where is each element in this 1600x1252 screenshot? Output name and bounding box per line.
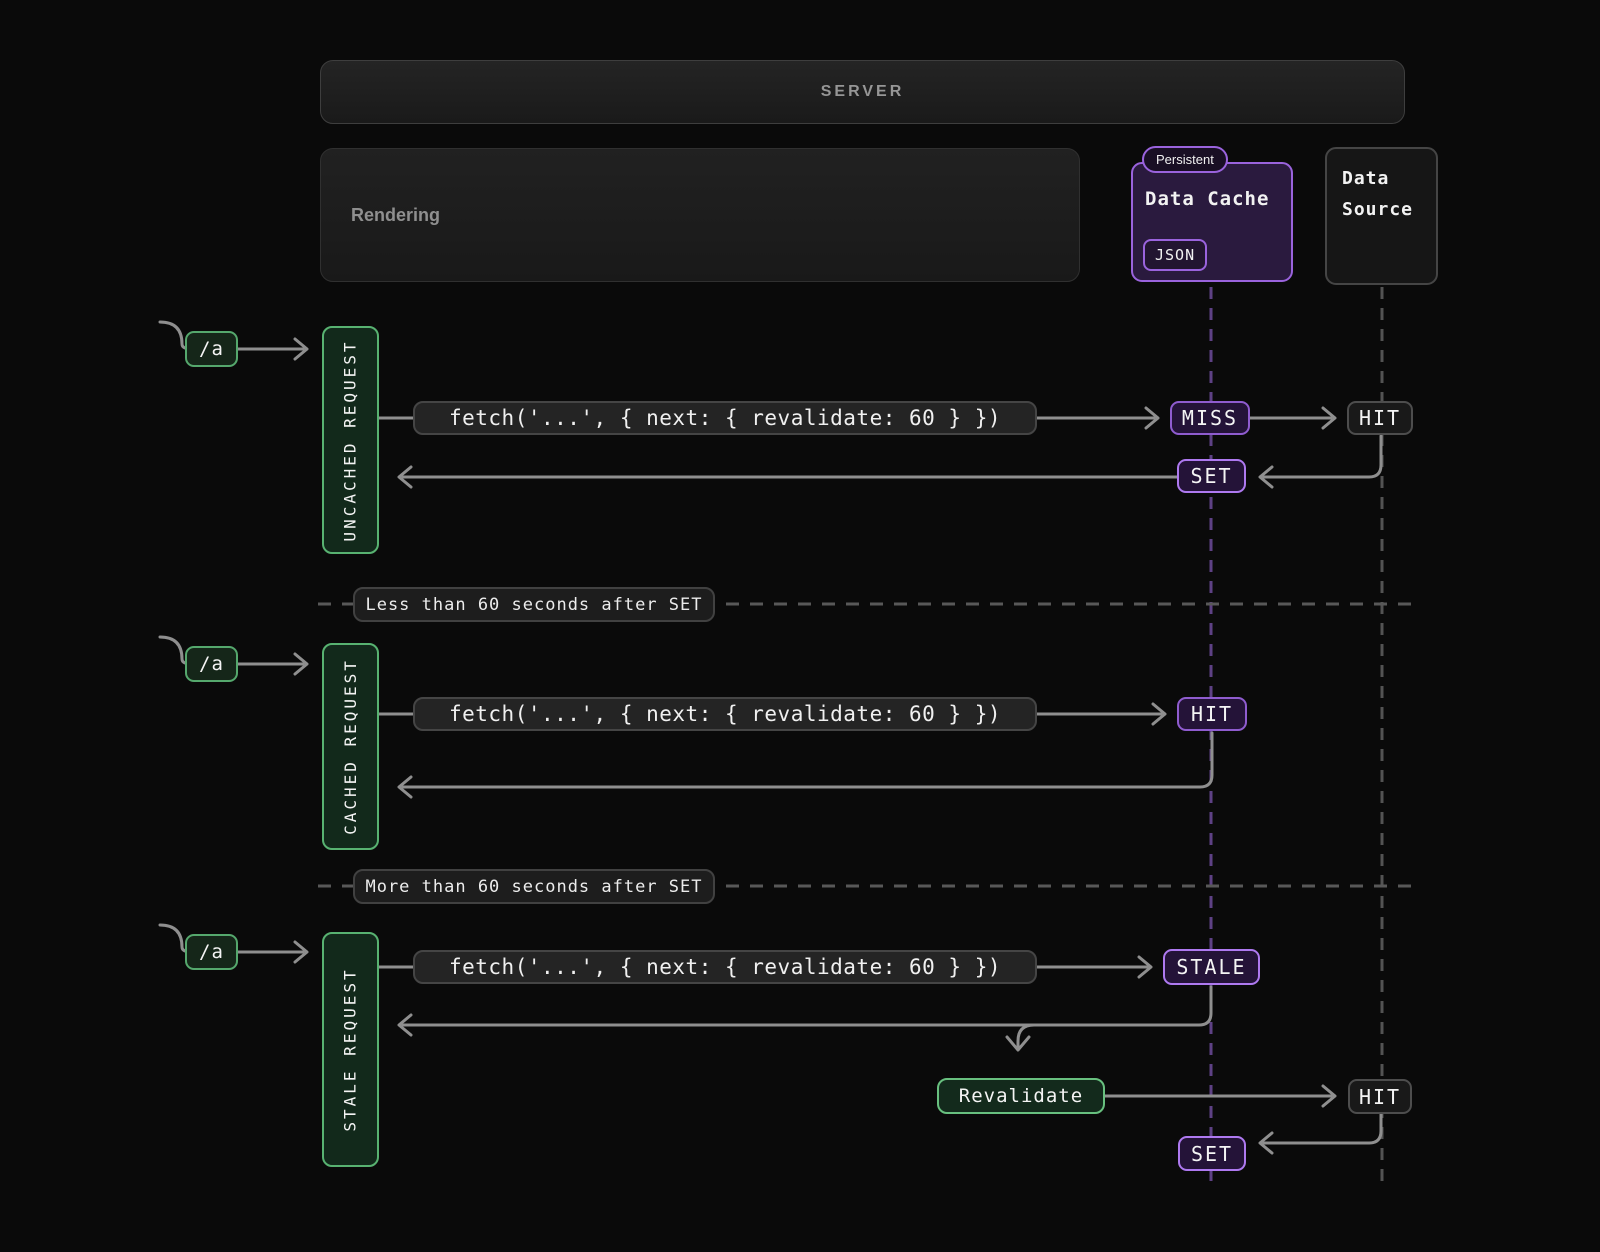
divider-lines	[318, 604, 1415, 886]
cache-hit-badge-row2: HIT	[1177, 697, 1247, 731]
fetch-call-pill-row3: fetch('...', { next: { revalidate: 60 } …	[413, 950, 1037, 984]
data-source-box: Data Source	[1325, 147, 1438, 285]
cached-request-label: CACHED REQUEST	[341, 658, 360, 835]
fetch-call-pill-row2: fetch('...', { next: { revalidate: 60 } …	[413, 697, 1037, 731]
cache-set-badge-row1: SET	[1177, 459, 1246, 493]
data-source-title-line2: Source	[1342, 194, 1436, 225]
source-hit-badge-row3: HIT	[1348, 1079, 1412, 1114]
data-cache-title: Data Cache	[1145, 188, 1269, 210]
json-tag: JSON	[1143, 239, 1207, 271]
rendering-box: Rendering	[320, 148, 1080, 282]
divider-label-more-than-60s: More than 60 seconds after SET	[353, 869, 715, 904]
revalidate-pill: Revalidate	[937, 1078, 1105, 1114]
data-source-title-line1: Data	[1342, 163, 1436, 194]
route-badge-row3: /a	[185, 934, 238, 970]
persistent-badge: Persistent	[1142, 146, 1228, 173]
source-hit-badge-row1: HIT	[1347, 401, 1413, 435]
route-badge-row2: /a	[185, 646, 238, 682]
uncached-request-label: UNCACHED REQUEST	[341, 339, 360, 541]
cache-set-badge-row3: SET	[1178, 1136, 1246, 1171]
route-badge-row1: /a	[185, 331, 238, 367]
divider-label-less-than-60s: Less than 60 seconds after SET	[353, 587, 715, 622]
server-bar: SERVER	[320, 60, 1405, 124]
fetch-call-pill-row1: fetch('...', { next: { revalidate: 60 } …	[413, 401, 1037, 435]
cache-stale-badge: STALE	[1163, 949, 1260, 985]
stale-request-box: STALE REQUEST	[322, 932, 379, 1167]
cached-request-box: CACHED REQUEST	[322, 643, 379, 850]
uncached-request-box: UNCACHED REQUEST	[322, 326, 379, 554]
cache-miss-badge: MISS	[1170, 401, 1250, 435]
diagram-canvas: SERVER Rendering Persistent Data Cache J…	[0, 0, 1600, 1252]
stale-request-label: STALE REQUEST	[341, 967, 360, 1131]
